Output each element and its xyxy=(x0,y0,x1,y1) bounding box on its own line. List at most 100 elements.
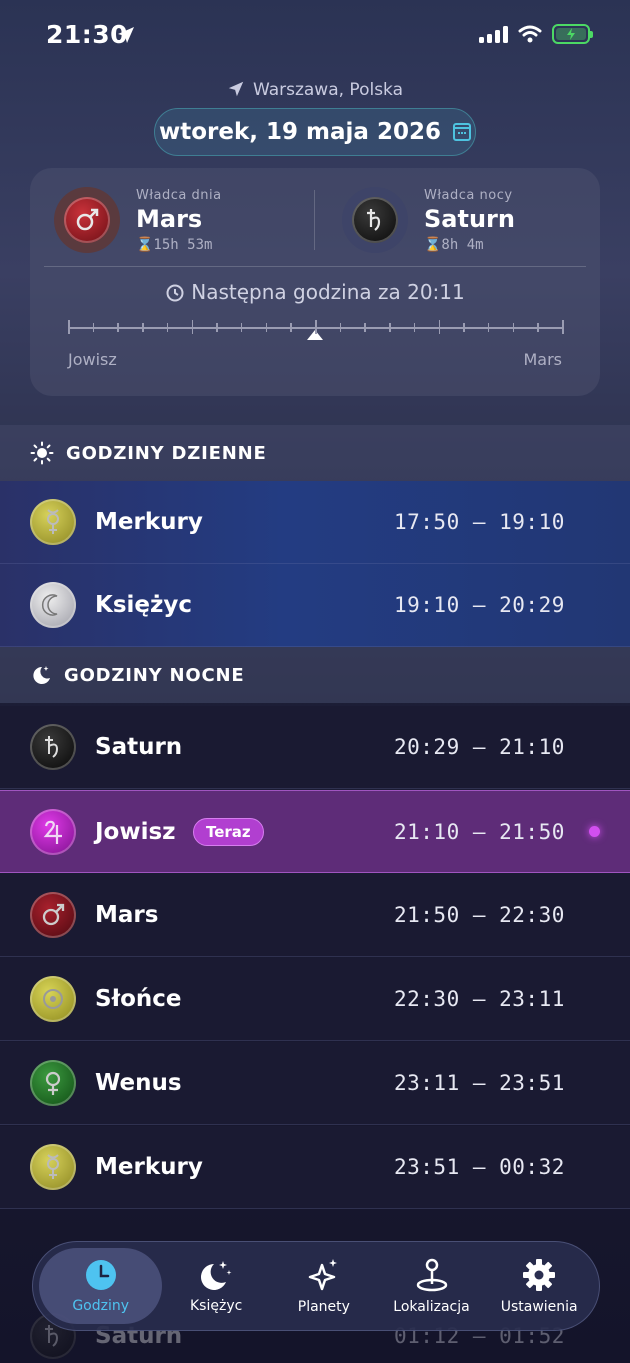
hour-row[interactable]: Merkury 17:50 – 19:10 xyxy=(0,481,630,564)
night-ruler-planet xyxy=(342,186,408,253)
hour-time-range: 23:11 – 23:51 xyxy=(394,1071,565,1095)
clock-icon xyxy=(85,1260,116,1290)
timeline-start-label: Jowisz xyxy=(68,350,117,369)
hour-time-range: 23:51 – 00:32 xyxy=(394,1155,565,1179)
timeline-tick xyxy=(463,323,465,332)
location-text: Warszawa, Polska xyxy=(252,80,404,100)
hour-time-range: 19:10 – 20:29 xyxy=(394,593,565,617)
tab-label: Planety xyxy=(297,1299,350,1315)
rulers-card: Władca dnia Mars ⌛15h 53m Władca nocy Sa… xyxy=(30,168,600,396)
tab-ustawienia[interactable]: Ustawienia xyxy=(485,1248,593,1324)
wifi-icon xyxy=(518,25,542,43)
sun-planet-icon xyxy=(30,976,76,1022)
hour-time-range: 22:30 – 23:11 xyxy=(394,987,565,1011)
card-divider xyxy=(314,190,315,250)
timeline-tick xyxy=(142,323,144,332)
tab-bar: Godziny Księżyc Planety Lokalizacja Usta… xyxy=(32,1241,600,1331)
night-ruler-duration: ⌛8h 4m xyxy=(424,237,484,253)
timeline-tick xyxy=(290,323,292,332)
mars-icon xyxy=(30,892,76,938)
timeline-end-label: Mars xyxy=(523,350,562,369)
location-arrow-icon xyxy=(118,27,134,43)
timeline-tick xyxy=(364,323,366,332)
hour-row[interactable]: Księżyc 19:10 – 20:29 xyxy=(0,564,630,647)
tab-ksiezyc[interactable]: Księżyc xyxy=(162,1248,270,1324)
hour-row[interactable]: Saturn 20:29 – 21:10 xyxy=(0,706,630,789)
saturn-icon xyxy=(352,196,398,243)
night-ruler[interactable]: Władca nocy Saturn ⌛8h 4m xyxy=(342,186,515,253)
hour-planet-name: Merkury xyxy=(95,509,203,535)
timeline-tick xyxy=(438,320,440,334)
card-divider xyxy=(44,266,586,267)
timeline-tick xyxy=(216,323,218,332)
day-ruler-duration: ⌛15h 53m xyxy=(136,237,213,253)
tab-label: Godziny xyxy=(72,1298,130,1314)
hour-row[interactable]: Mars 21:50 – 22:30 xyxy=(0,874,630,957)
day-hours-title: GODZINY DZIENNE xyxy=(66,442,267,464)
calendar-icon xyxy=(452,123,471,141)
night-hours-header: GODZINY NOCNE xyxy=(0,647,630,703)
timeline-tick xyxy=(537,323,539,332)
cellular-signal-icon xyxy=(479,25,508,43)
next-hour-countdown: Następna godzina za 20:11 xyxy=(30,280,600,304)
hour-planet-name: Wenus xyxy=(95,1070,182,1096)
hour-timeline xyxy=(68,318,564,348)
timeline-tick xyxy=(191,320,193,334)
current-indicator-dot xyxy=(589,826,600,837)
hour-time-range: 21:50 – 22:30 xyxy=(394,903,565,927)
timeline-tick xyxy=(487,323,490,332)
timeline-tick xyxy=(117,323,119,332)
sparkles-icon xyxy=(308,1259,337,1291)
tab-lokalizacja[interactable]: Lokalizacja xyxy=(378,1248,486,1324)
hour-row[interactable]: Słońce 22:30 – 23:11 xyxy=(0,958,630,1041)
tab-label: Lokalizacja xyxy=(393,1299,470,1315)
status-bar: 21:30 xyxy=(0,0,630,72)
battery-icon xyxy=(552,24,593,44)
tab-godziny[interactable]: Godziny xyxy=(39,1248,163,1324)
hour-planet-name: Księżyc xyxy=(95,592,193,618)
gear-icon xyxy=(523,1259,556,1291)
day-ruler-name: Mars xyxy=(136,205,203,233)
hour-planet-name: Jowisz xyxy=(95,818,176,845)
hour-time-range: 20:29 – 21:10 xyxy=(394,735,565,759)
date-text: wtorek, 19 maja 2026 xyxy=(159,119,441,145)
timeline-tick xyxy=(512,323,515,332)
mercury-icon xyxy=(30,1144,76,1190)
night-ruler-label: Władca nocy xyxy=(424,188,513,203)
hour-row[interactable]: Wenus 23:11 – 23:51 xyxy=(0,1042,630,1125)
system-icons xyxy=(479,24,593,44)
hour-planet-name: Mars xyxy=(95,902,159,928)
mercury-icon xyxy=(30,499,76,545)
timeline-tick xyxy=(166,323,169,332)
timer-icon xyxy=(166,284,184,302)
current-hour-badge: Teraz xyxy=(193,817,264,846)
hour-planet-name: Słońce xyxy=(95,986,182,1012)
timeline-tick xyxy=(339,323,342,332)
date-picker-button[interactable]: wtorek, 19 maja 2026 xyxy=(154,108,476,156)
timeline-tick xyxy=(389,323,391,332)
location-label[interactable]: Warszawa, Polska xyxy=(0,80,630,100)
hour-row-current[interactable]: Jowisz Teraz 21:10 – 21:50 xyxy=(0,790,630,873)
timeline-tick xyxy=(413,323,416,332)
hour-row[interactable]: Merkury 23:51 – 00:32 xyxy=(0,1126,630,1209)
day-ruler-label: Władca dnia xyxy=(136,188,222,203)
timeline-tick xyxy=(68,320,70,334)
timeline-tick xyxy=(92,323,95,332)
day-ruler[interactable]: Władca dnia Mars ⌛15h 53m xyxy=(54,186,222,253)
venus-icon xyxy=(30,1060,76,1106)
next-hour-text: Następna godzina za 20:11 xyxy=(191,280,465,304)
night-hours-title: GODZINY NOCNE xyxy=(64,664,245,686)
timeline-tick xyxy=(265,323,268,332)
hour-planet-name: Saturn xyxy=(95,734,183,760)
day-hours-header: GODZINY DZIENNE xyxy=(0,425,630,481)
hour-planet-name: Merkury xyxy=(95,1154,203,1180)
timeline-tick xyxy=(240,323,243,332)
tab-label: Księżyc xyxy=(190,1298,243,1314)
tab-planety[interactable]: Planety xyxy=(270,1248,378,1324)
hour-time-range: 17:50 – 19:10 xyxy=(394,510,565,534)
night-ruler-name: Saturn xyxy=(424,205,515,233)
hour-time-range: 21:10 – 21:50 xyxy=(394,819,565,844)
saturn-icon xyxy=(30,724,76,770)
map-pin-icon xyxy=(416,1258,447,1292)
moon-stars-icon xyxy=(201,1261,232,1290)
